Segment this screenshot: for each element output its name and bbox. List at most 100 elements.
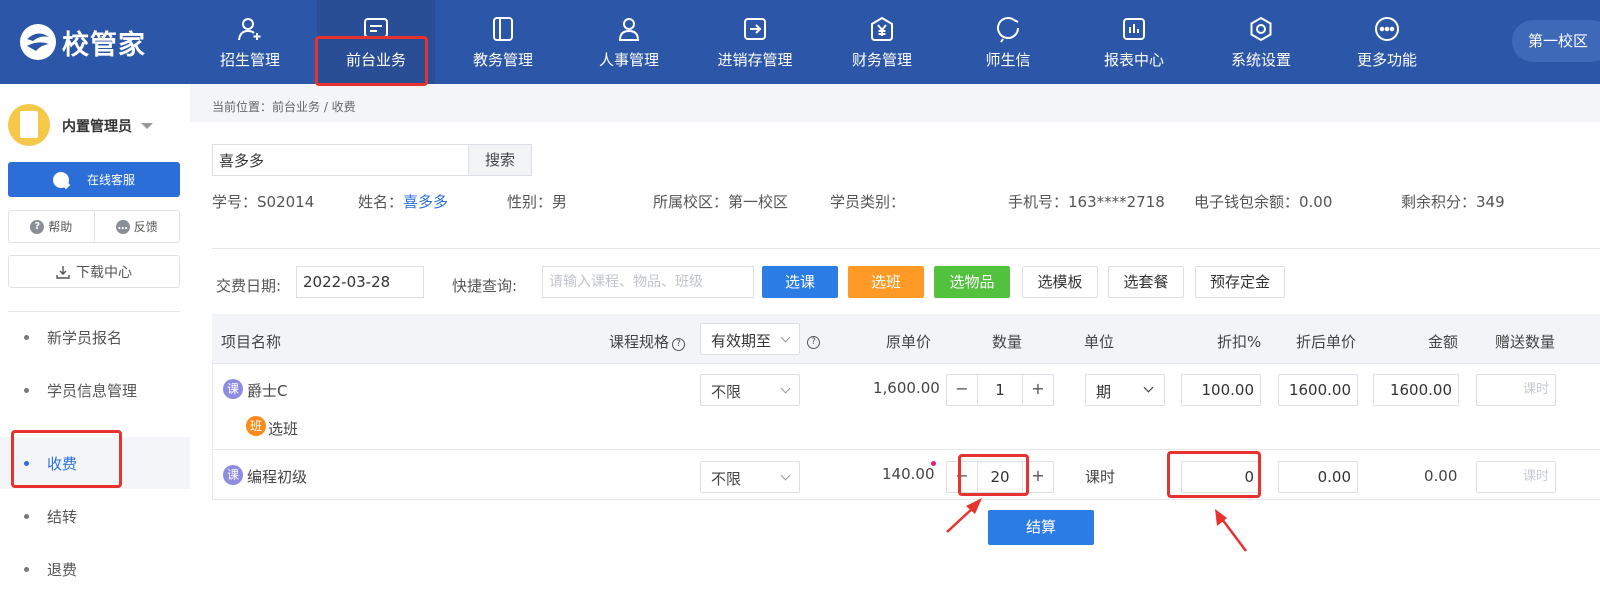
bullet-icon — [24, 334, 29, 340]
original-price: 140.00 — [882, 465, 935, 483]
nav-label: 进销存管理 — [717, 50, 793, 69]
discount-input[interactable]: 100.00 — [1181, 374, 1261, 406]
payment-date-input[interactable] — [296, 266, 424, 298]
amount-input[interactable]: 1600.00 — [1373, 374, 1459, 406]
sidebar-item-label: 新学员报名 — [47, 328, 123, 347]
nav-label: 财务管理 — [851, 50, 912, 69]
nav-label: 更多功能 — [1356, 50, 1417, 69]
validity-select[interactable]: 不限 — [700, 461, 800, 493]
sidebar-item-refund[interactable]: 退费 — [0, 543, 190, 595]
select-package-button[interactable]: 选套餐 — [1108, 266, 1184, 298]
col-quantity: 数量 — [992, 333, 1023, 351]
user-plus-icon — [238, 17, 261, 40]
quantity-input[interactable]: 1 — [977, 375, 1023, 405]
inventory-icon — [744, 17, 766, 40]
gift-quantity-input[interactable]: 课时 — [1476, 461, 1556, 493]
more-icon — [1375, 16, 1399, 41]
gift-quantity-input[interactable]: 课时 — [1476, 374, 1556, 406]
question-icon: ? — [30, 219, 45, 234]
col-gift-quantity: 赠送数量 — [1495, 333, 1556, 351]
online-service-label: 在线客服 — [86, 173, 135, 187]
help-circle-icon[interactable]: ? — [807, 336, 820, 349]
course-badge-icon: 课 — [223, 465, 243, 485]
select-class-button[interactable]: 选班 — [848, 266, 924, 298]
course-badge-icon: 课 — [223, 379, 243, 399]
sidebar-item-student-info[interactable]: 学员信息管理 — [0, 364, 190, 416]
sidebar-item-new-enrollment[interactable]: 新学员报名 — [0, 311, 190, 363]
prepaid-deposit-button[interactable]: 预存定金 — [1195, 266, 1285, 298]
student-search-input[interactable] — [212, 144, 468, 176]
unit-select[interactable]: 期 — [1085, 374, 1165, 406]
nav-report[interactable]: 报表中心 — [1075, 0, 1193, 84]
feedback-label: 反馈 — [133, 220, 158, 234]
settle-button[interactable]: 结算 — [988, 510, 1094, 545]
table-row: 课 编程初级 不限 140.00 − 20 + 课时 0 0.00 0.00 课… — [212, 451, 1600, 500]
sidebar-item-charge[interactable]: 收费 — [0, 437, 190, 489]
user-name[interactable]: 内置管理员 — [62, 116, 132, 136]
student-name-label: 姓名： — [358, 193, 404, 211]
nav-label: 人事管理 — [598, 50, 659, 69]
breadcrumb-bar: 当前位置：前台业务 / 收费 — [190, 84, 1600, 122]
chat-bubble-icon — [52, 171, 69, 188]
nav-inventory[interactable]: 进销存管理 — [696, 0, 814, 84]
feedback-button[interactable]: … 反馈 — [93, 211, 180, 242]
nav-academic[interactable]: 教务管理 — [444, 0, 562, 84]
bullet-icon — [24, 387, 29, 393]
quantity-stepper: − 20 + — [946, 461, 1054, 493]
select-class-link[interactable]: 选班 — [268, 418, 298, 439]
decrement-button[interactable]: − — [947, 375, 977, 405]
nav-settings[interactable]: 系统设置 — [1202, 0, 1320, 84]
charge-panel: 搜索 学号：S02014 姓名：喜多多 性别：男 所属校区：第一校区 学员类别：… — [190, 122, 1600, 599]
discounted-price-input[interactable]: 1600.00 — [1278, 374, 1358, 406]
nav-label: 报表中心 — [1103, 50, 1164, 69]
nav-hr[interactable]: 人事管理 — [570, 0, 688, 84]
decrement-button[interactable]: − — [947, 462, 977, 492]
validity-filter-select[interactable]: 有效期至 — [700, 323, 800, 355]
student-name-link[interactable]: 喜多多 — [403, 193, 448, 211]
validity-value: 不限 — [711, 470, 742, 488]
unit-value: 课时 — [1085, 468, 1116, 486]
col-discount: 折扣% — [1217, 333, 1262, 351]
nav-finance[interactable]: 财务管理 — [823, 0, 941, 84]
nav-message[interactable]: 师生信 — [949, 0, 1067, 84]
yen-icon — [871, 16, 893, 41]
brand-logo[interactable]: 校管家 — [18, 22, 146, 62]
class-badge-icon: 班 — [246, 416, 266, 436]
sidebar-item-label: 收费 — [47, 454, 78, 473]
quantity-input[interactable]: 20 — [977, 462, 1023, 492]
increment-button[interactable]: + — [1023, 462, 1053, 492]
message-icon — [997, 16, 1019, 43]
quick-search-input[interactable] — [542, 266, 754, 298]
online-service-button[interactable]: 在线客服 — [8, 162, 180, 197]
select-template-button[interactable]: 选模板 — [1022, 266, 1098, 298]
sidebar-item-label: 退费 — [47, 560, 78, 579]
discounted-price-input[interactable]: 0.00 — [1278, 461, 1358, 493]
download-center-label: 下载中心 — [76, 264, 132, 281]
validity-select[interactable]: 不限 — [700, 374, 800, 406]
help-button[interactable]: ? 帮助 — [9, 211, 94, 242]
discount-input[interactable]: 0 — [1181, 461, 1261, 493]
nav-more[interactable]: 更多功能 — [1328, 0, 1446, 84]
table-header: 项目名称 课程规格? 有效期至 ? 原单价 数量 单位 折扣% 折后单价 金额 … — [212, 314, 1600, 364]
logo-mark-icon — [20, 24, 56, 60]
chevron-down-icon — [780, 470, 791, 481]
chevron-down-icon — [780, 332, 791, 343]
breadcrumb: 当前位置：前台业务 / 收费 — [212, 100, 356, 114]
nav-recruit[interactable]: 招生管理 — [191, 0, 309, 84]
nav-front-desk[interactable]: 前台业务 — [317, 0, 435, 84]
avatar[interactable] — [8, 104, 50, 146]
increment-button[interactable]: + — [1023, 375, 1053, 405]
help-circle-icon[interactable]: ? — [672, 338, 686, 351]
select-course-button[interactable]: 选课 — [762, 266, 838, 298]
student-phone: 手机号：163****2718 — [1008, 193, 1165, 211]
select-goods-button[interactable]: 选物品 — [934, 266, 1010, 298]
chevron-down-icon[interactable] — [141, 123, 153, 129]
divider — [212, 248, 1600, 249]
nav-label: 教务管理 — [472, 50, 533, 69]
brand-name: 校管家 — [62, 29, 146, 61]
avatar-illustration — [20, 111, 38, 138]
campus-switcher[interactable]: 第一校区 — [1512, 20, 1600, 62]
download-center-button[interactable]: 下载中心 — [8, 255, 180, 288]
search-button[interactable]: 搜索 — [468, 144, 532, 176]
sidebar-item-carry-over[interactable]: 结转 — [0, 490, 190, 542]
